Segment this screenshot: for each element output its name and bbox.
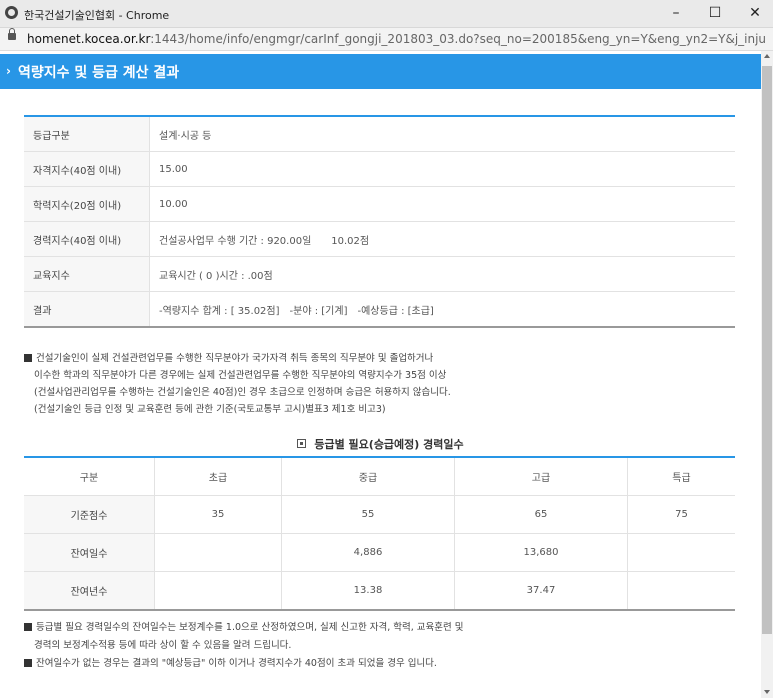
column-header: 중급 xyxy=(281,457,455,496)
row-label: 기준점수 xyxy=(24,495,155,534)
table-cell: 13,680 xyxy=(454,533,628,572)
row-label: 자격지수(40점 이내) xyxy=(24,151,150,187)
row-value: 설계·시공 등 xyxy=(149,116,735,152)
section-title: 등급별 필요(승급예정) 경력일수 xyxy=(0,436,761,452)
row-label: 잔여일수 xyxy=(24,533,155,572)
window-title: 한국건설기술인협회 - Chrome xyxy=(24,9,170,22)
window-titlebar: 한국건설기술인협회 - Chrome – ☐ ✕ xyxy=(0,0,773,28)
row-label: 학력지수(20점 이내) xyxy=(24,186,150,222)
chevron-right-icon: › xyxy=(6,64,11,78)
square-bullet-icon xyxy=(24,623,32,631)
table-cell: 37.47 xyxy=(454,571,628,610)
field-value: -분야 : [기계] xyxy=(289,305,348,317)
square-bullet-icon xyxy=(24,659,32,667)
note-line: 경력의 보정계수적용 등에 따라 상이 할 수 있음을 알려 드립니다. xyxy=(34,640,292,651)
section-title-text: 등급별 필요(승급예정) 경력일수 xyxy=(314,438,464,451)
page-header: › 역량지수 및 등급 계산 결과 xyxy=(0,54,761,89)
minimize-button[interactable]: – xyxy=(658,2,694,24)
note-line: 잔여일수가 없는 경우는 결과의 "예상등급" 이하 이거나 경력지수가 40점… xyxy=(24,655,464,673)
vertical-scrollbar[interactable] xyxy=(761,51,773,698)
row-value: 15.00 xyxy=(149,151,735,187)
table-cell xyxy=(154,533,282,572)
note-line: 이수한 학과의 직무분야가 다른 경우에는 실제 건설관련업무를 수행한 직무분… xyxy=(34,370,447,381)
table-cell xyxy=(628,572,736,611)
note-text: 잔여일수가 없는 경우는 결과의 "예상등급" 이하 이거나 경력지수가 40점… xyxy=(36,658,437,669)
career-score: 10.02점 xyxy=(331,235,370,247)
table-cell: 35 xyxy=(154,495,282,534)
table-cell xyxy=(627,533,735,572)
table-cell: 55 xyxy=(281,495,455,534)
row-value: 건설공사업무 수행 기간 : 920.00일 10.02점 xyxy=(149,221,735,257)
note-line: (건설사업관리업무를 수행하는 건설기술인은 40점)인 경우 초급으로 인정하… xyxy=(34,387,451,398)
note-line: (건설기술인 등급 인정 및 교육훈련 등에 관한 기준(국토교통부 고시)별표… xyxy=(34,404,386,415)
scrollbar-thumb[interactable] xyxy=(762,66,772,634)
table-row: 교육지수 교육시간 ( 0 )시간 : .00점 xyxy=(24,256,735,292)
table-row: 결과 -역량지수 합계 : [ 35.02점] -분야 : [기계] -예상등급 :… xyxy=(24,291,736,328)
scroll-down-icon[interactable] xyxy=(764,690,770,694)
column-header: 초급 xyxy=(154,457,282,496)
footnotes-block: 등급별 필요 경력일수의 잔여일수는 보정계수를 1.0으로 산정하였으며, 실… xyxy=(24,619,464,673)
row-value: 10.00 xyxy=(149,186,735,222)
row-value: 교육시간 ( 0 )시간 : .00점 xyxy=(149,256,735,292)
row-label: 잔여년수 xyxy=(24,571,155,610)
table-row: 잔여년수 13.38 37.47 xyxy=(24,571,736,611)
total-score: -역량지수 합계 : [ 35.02점] xyxy=(159,305,280,317)
url-path: :1443/home/info/engmgr/carInf_gongji_201… xyxy=(150,32,767,46)
row-value: -역량지수 합계 : [ 35.02점] -분야 : [기계] -예상등급 : [초… xyxy=(150,292,736,328)
notes-block: 건설기술인이 실제 건설관련업무를 수행한 직무분야가 국가자격 취득 종목의 … xyxy=(24,350,451,418)
row-label: 등급구분 xyxy=(24,116,150,152)
scroll-up-icon[interactable] xyxy=(764,54,770,58)
column-header: 고급 xyxy=(454,457,628,496)
table-row: 기준점수 35 55 65 75 xyxy=(24,495,735,534)
note-line: 등급별 필요 경력일수의 잔여일수는 보정계수를 1.0으로 산정하였으며, 실… xyxy=(24,619,464,637)
table-cell: 65 xyxy=(454,495,628,534)
url-text[interactable]: homenet.kocea.or.kr:1443/home/info/engmg… xyxy=(27,32,767,46)
table-row: 자격지수(40점 이내) 15.00 xyxy=(24,151,735,187)
grade-table: 구분 초급 중급 고급 특급 기준점수 35 55 65 75 잔여일수 4,8… xyxy=(24,456,735,611)
table-row: 경력지수(40점 이내) 건설공사업무 수행 기간 : 920.00일 10.02… xyxy=(24,221,735,257)
career-period: 건설공사업무 수행 기간 : 920.00일 xyxy=(159,235,312,247)
address-bar[interactable]: homenet.kocea.or.kr:1443/home/info/engmg… xyxy=(0,28,773,51)
page-title: 역량지수 및 등급 계산 결과 xyxy=(18,65,180,81)
table-row: 등급구분 설계·시공 등 xyxy=(24,116,735,152)
table-cell: 4,886 xyxy=(281,533,455,572)
row-label: 교육지수 xyxy=(24,256,150,292)
result-table: 등급구분 설계·시공 등 자격지수(40점 이내) 15.00 학력지수(20점… xyxy=(24,115,735,328)
column-header: 특급 xyxy=(627,457,735,496)
table-row: 학력지수(20점 이내) 10.00 xyxy=(24,186,735,222)
table-cell xyxy=(154,571,282,610)
square-icon xyxy=(297,439,307,448)
expected-grade: -예상등급 : [초급] xyxy=(357,305,434,317)
row-label: 결과 xyxy=(24,291,150,327)
table-cell: 75 xyxy=(627,495,735,534)
lock-icon xyxy=(8,28,16,40)
note-line: 건설기술인이 실제 건설관련업무를 수행한 직무분야가 국가자격 취득 종목의 … xyxy=(24,350,451,367)
close-button[interactable]: ✕ xyxy=(737,2,773,24)
url-host: homenet.kocea.or.kr xyxy=(27,32,151,46)
globe-icon xyxy=(5,6,18,19)
table-row: 잔여일수 4,886 13,680 xyxy=(24,533,735,572)
table-cell: 13.38 xyxy=(281,571,455,610)
table-header-row: 구분 초급 중급 고급 특급 xyxy=(24,457,735,496)
row-label: 경력지수(40점 이내) xyxy=(24,221,150,257)
note-text: 등급별 필요 경력일수의 잔여일수는 보정계수를 1.0으로 산정하였으며, 실… xyxy=(36,622,464,633)
square-bullet-icon xyxy=(24,354,32,362)
maximize-button[interactable]: ☐ xyxy=(697,2,733,24)
column-header: 구분 xyxy=(24,457,155,496)
note-text: 건설기술인이 실제 건설관련업무를 수행한 직무분야가 국가자격 취득 종목의 … xyxy=(36,353,434,364)
